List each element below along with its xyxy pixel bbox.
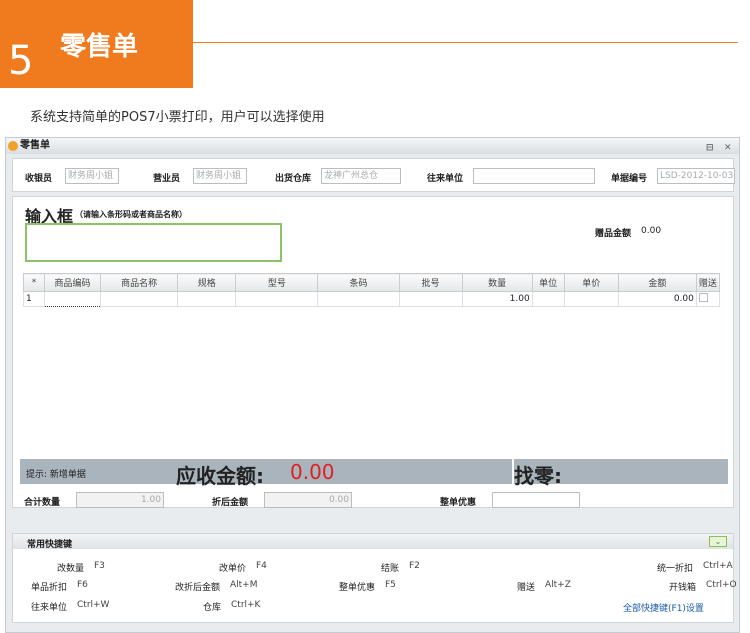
total-qty-field: 1.00: [76, 492, 164, 508]
shortcut-label: 开钱箱: [669, 583, 697, 593]
order-discount-label: 整单优惠: [440, 498, 477, 508]
receivable-label: 应收金额:: [176, 464, 264, 488]
items-table: * 商品编码 商品名称 规格 型号 条码 批号 数量 单位 单价 金额 赠送 1…: [22, 273, 721, 307]
shortcut-label: 改单价: [219, 564, 247, 574]
cell-index: 1: [22, 291, 46, 307]
shortcut-label: 单品折扣: [31, 583, 68, 593]
cashier-field[interactable]: 财务周小姐: [65, 168, 119, 184]
cell-barcode[interactable]: [317, 291, 400, 307]
cell-code[interactable]: [44, 291, 102, 307]
order-discount-field[interactable]: [492, 492, 580, 508]
shortcut-key: Ctrl+K: [231, 600, 261, 610]
col-header[interactable]: 单价: [563, 273, 619, 292]
section-title: 零售单: [60, 32, 139, 62]
cell-amount[interactable]: 0.00: [617, 291, 697, 307]
discounted-label: 折后金额: [212, 498, 249, 508]
cell-gift[interactable]: [695, 291, 721, 307]
table-header: * 商品编码 商品名称 规格 型号 条码 批号 数量 单位 单价 金额 赠送: [22, 273, 721, 292]
shortcut-label: 整单优惠: [339, 583, 376, 593]
step-number: 5: [8, 38, 34, 84]
partner-label: 往来单位: [427, 174, 464, 184]
shortcut-key: F6: [77, 580, 88, 590]
shortcut-key: Ctrl+W: [77, 600, 110, 610]
col-header[interactable]: 赠送: [695, 273, 721, 292]
cell-price[interactable]: [563, 291, 619, 307]
cell-spec[interactable]: [177, 291, 237, 307]
app-icon: [8, 141, 18, 151]
title-bar: 零售单 ⊟ ✕: [6, 138, 739, 154]
all-shortcuts-link[interactable]: 全部快捷键(F1)设置: [623, 601, 704, 614]
col-header[interactable]: 金额: [617, 273, 697, 292]
collapse-chevron-icon[interactable]: ⌄: [709, 536, 727, 547]
col-header[interactable]: 单位: [531, 273, 565, 292]
cashier-label: 收银员: [25, 174, 53, 184]
doc-no-field[interactable]: LSD-2012-10-03-00: [657, 168, 735, 184]
table-row[interactable]: 1 1.00 0.00: [22, 291, 721, 307]
shortcut-key: Ctrl+O: [706, 580, 737, 590]
cell-unit[interactable]: [531, 291, 565, 307]
shortcuts-title: 常用快捷键: [27, 540, 73, 550]
cell-model[interactable]: [235, 291, 319, 307]
gift-amount-label: 赠品金额: [595, 229, 632, 239]
shortcut-label: 统一折扣: [657, 564, 694, 574]
shortcut-key: F2: [409, 561, 420, 571]
status-hint: 提示: 新增单据: [26, 470, 86, 480]
shortcut-key: Alt+Z: [545, 580, 571, 590]
col-header[interactable]: 型号: [235, 273, 319, 292]
cell-name[interactable]: [100, 291, 179, 307]
shortcut-label: 往来单位: [31, 603, 68, 613]
doc-no-label: 单据编号: [611, 174, 648, 184]
shortcut-label: 改折后金额: [175, 583, 221, 593]
warehouse-field[interactable]: 龙神广州总仓: [321, 168, 401, 184]
col-header[interactable]: *: [22, 273, 46, 292]
salesperson-field[interactable]: 财务周小姐: [193, 168, 247, 184]
step-badge: 5 零售单: [0, 0, 193, 88]
warehouse-label: 出货仓库: [275, 174, 312, 184]
shortcuts-panel: 常用快捷键 ⌄ 改数量 F3 改单价 F4 结账 F2 统一折扣 Ctrl+A 单品折扣 F6 改折…: [12, 533, 737, 623]
salesperson-label: 营业员: [153, 174, 181, 184]
window-title: 零售单: [20, 140, 50, 151]
col-header[interactable]: 数量: [461, 273, 533, 292]
change-label: 找零:: [514, 464, 562, 488]
shortcut-key: Alt+M: [230, 580, 258, 590]
barcode-input[interactable]: [25, 223, 282, 262]
change-bar: 找零:: [514, 459, 728, 488]
subtitle: 系统支持简单的POS7小票打印，用户可以选择使用: [30, 110, 325, 125]
cell-batch[interactable]: [398, 291, 463, 307]
col-header[interactable]: 批号: [398, 273, 463, 292]
col-header[interactable]: 商品名称: [100, 273, 179, 292]
shortcut-key: F4: [256, 561, 267, 571]
shortcut-label: 赠送: [517, 583, 536, 593]
close-icon[interactable]: ✕: [724, 140, 732, 156]
col-header[interactable]: 条码: [317, 273, 400, 292]
shortcuts-header: [13, 534, 733, 549]
discounted-field: 0.00: [264, 492, 352, 508]
retail-window: 零售单 ⊟ ✕ 收银员 财务周小姐 营业员 财务周小姐 出货仓库 龙神广州总仓 …: [5, 137, 740, 633]
gift-amount-value: 0.00: [641, 226, 662, 236]
col-header[interactable]: 规格: [177, 273, 237, 292]
col-header[interactable]: 商品编码: [44, 273, 102, 292]
input-hint: （请输入条形码或者商品名称）: [75, 210, 187, 219]
gift-checkbox[interactable]: [698, 293, 708, 302]
divider: [193, 42, 738, 43]
shortcut-label: 结账: [381, 564, 400, 574]
shortcut-key: Ctrl+A: [703, 561, 733, 571]
shortcut-label: 仓库: [203, 603, 222, 613]
partner-field[interactable]: [473, 168, 595, 184]
receivable-value: 0.00: [290, 460, 335, 484]
shortcut-label: 改数量: [57, 564, 85, 574]
status-bar: 提示: 新增单据 应收金额: 0.00: [20, 459, 512, 488]
total-qty-label: 合计数量: [24, 498, 61, 508]
shortcut-key: F3: [94, 561, 105, 571]
header-form: 收银员 财务周小姐 营业员 财务周小姐 出货仓库 龙神广州总仓 往来单位 单据编…: [12, 158, 735, 192]
shortcut-key: F5: [385, 580, 396, 590]
minimize-icon[interactable]: ⊟: [706, 140, 714, 156]
cell-qty[interactable]: 1.00: [461, 291, 533, 307]
